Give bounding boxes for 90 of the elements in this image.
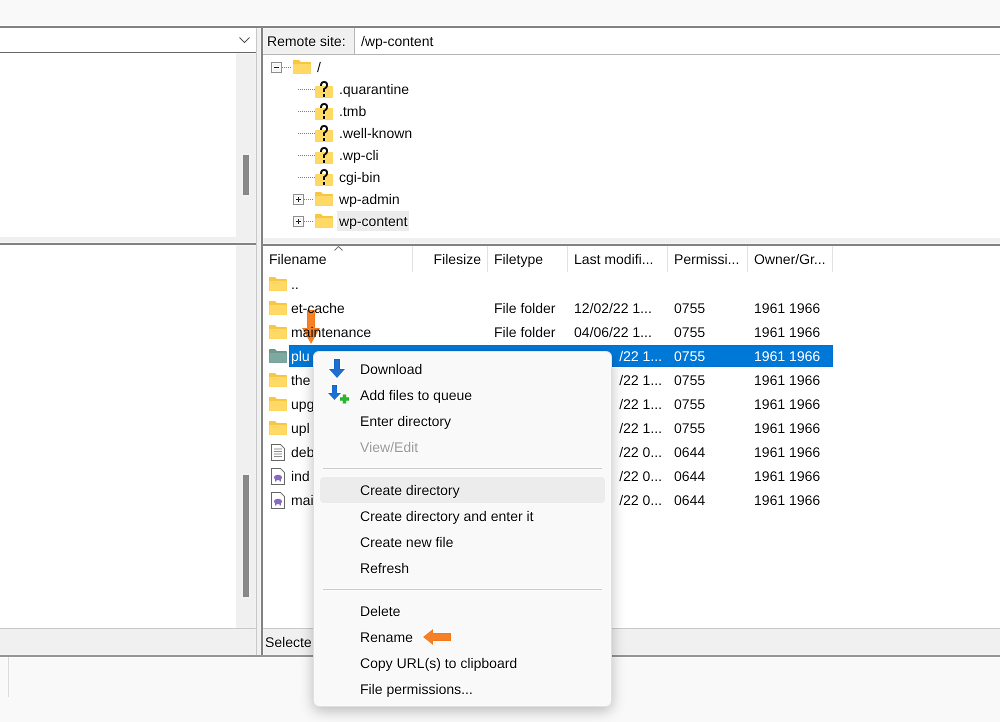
remote-path-field[interactable]: /wp-content: [355, 28, 1000, 54]
elephant-file-icon: [271, 468, 285, 484]
folder-icon: [315, 192, 333, 206]
file-name[interactable]: et-cache: [289, 297, 413, 319]
owner-group: 1961 1966: [754, 346, 820, 366]
sort-indicator-icon: [334, 246, 343, 251]
menu-item[interactable]: Create directory and enter it: [320, 503, 605, 529]
permissions: 0755: [674, 298, 706, 318]
permissions: 0644: [674, 490, 706, 510]
folder-icon: [269, 397, 287, 411]
owner-group: 1961 1966: [754, 322, 820, 342]
owner-group: 1961 1966: [754, 418, 820, 438]
menu-item[interactable]: Delete: [320, 598, 605, 624]
menu-item[interactable]: Refresh: [320, 555, 605, 581]
status-text: Selecte: [265, 632, 312, 652]
file-name[interactable]: ..: [289, 273, 413, 295]
unknown-folder-icon: [315, 168, 333, 186]
tree-item[interactable]: cgi-bin: [337, 167, 382, 187]
menu-item[interactable]: Rename: [320, 624, 605, 650]
folder-icon: [315, 214, 333, 228]
permissions: 0644: [674, 442, 706, 462]
modified-date: /22 1...: [619, 346, 662, 366]
tree-item[interactable]: .tmb: [337, 101, 368, 121]
tree-item[interactable]: wp-content: [337, 211, 410, 231]
permissions: 0755: [674, 370, 706, 390]
column-header[interactable]: Owner/Gr...: [748, 246, 833, 272]
modified-date: /22 1...: [619, 394, 662, 414]
menu-item[interactable]: Add files to queue: [320, 382, 605, 408]
owner-group: 1961 1966: [754, 394, 820, 414]
splitter-bar[interactable]: [0, 237, 256, 245]
modified-date: /22 1...: [619, 418, 662, 438]
document-icon: [271, 444, 285, 460]
folder-icon: [269, 301, 287, 315]
column-header[interactable]: Last modifi...: [568, 246, 668, 272]
tree-item[interactable]: wp-admin: [337, 189, 402, 209]
tree-item[interactable]: .quarantine: [337, 79, 412, 99]
modified-date: /22 0...: [619, 490, 662, 510]
column-header[interactable]: Filename: [263, 246, 413, 272]
unknown-folder-icon: [315, 102, 333, 120]
unknown-folder-icon: [315, 80, 333, 98]
menu-item[interactable]: Create directory: [320, 477, 605, 503]
file-type: File folder: [494, 322, 556, 342]
column-header[interactable]: Filesize: [413, 246, 488, 272]
column-header[interactable]: Filetype: [488, 246, 568, 272]
unknown-folder-icon: [315, 124, 333, 142]
modified-date: 04/06/22 1...: [574, 322, 652, 342]
elephant-file-icon: [271, 492, 285, 508]
modified-date: /22 1...: [619, 370, 662, 390]
folder-icon: [269, 277, 287, 291]
permissions: 0755: [674, 394, 706, 414]
permissions: 0755: [674, 322, 706, 342]
scrollbar[interactable]: [236, 245, 256, 628]
menu-item[interactable]: Create new file: [320, 529, 605, 555]
chevron-down-icon: [239, 36, 250, 44]
scrollbar-thumb[interactable]: [243, 155, 249, 195]
tree-item[interactable]: .wp-cli: [337, 145, 381, 165]
modified-date: /22 0...: [619, 442, 662, 462]
permissions: 0755: [674, 346, 706, 366]
collapse-icon[interactable]: [271, 62, 282, 72]
column-header[interactable]: Permissi...: [668, 246, 748, 272]
owner-group: 1961 1966: [754, 466, 820, 486]
download-icon: [328, 359, 346, 379]
remote-site-label: Remote site:: [263, 28, 355, 54]
splitter-bar[interactable]: [263, 238, 1000, 246]
tree-item[interactable]: .well-known: [337, 123, 414, 143]
permissions: 0755: [674, 418, 706, 438]
folder-icon: [269, 421, 287, 435]
folder-icon: [269, 349, 287, 363]
owner-group: 1961 1966: [754, 442, 820, 462]
menu-item[interactable]: Copy URL(s) to clipboard: [320, 650, 605, 676]
folder-icon: [269, 325, 287, 339]
owner-group: 1961 1966: [754, 490, 820, 510]
menu-item[interactable]: Download: [320, 356, 605, 382]
scrollbar-thumb[interactable]: [243, 475, 249, 597]
modified-date: 12/02/22 1...: [574, 298, 652, 318]
menu-item[interactable]: File permissions...: [320, 676, 605, 702]
owner-group: 1961 1966: [754, 298, 820, 318]
owner-group: 1961 1966: [754, 370, 820, 390]
folder-icon: [269, 373, 287, 387]
expand-icon[interactable]: [293, 194, 304, 204]
permissions: 0644: [674, 466, 706, 486]
modified-date: /22 0...: [619, 466, 662, 486]
folder-icon: [293, 60, 311, 74]
file-type: File folder: [494, 298, 556, 318]
unknown-folder-icon: [315, 146, 333, 164]
scrollbar[interactable]: [236, 53, 256, 237]
expand-icon[interactable]: [293, 216, 304, 226]
tree-item[interactable]: /: [315, 57, 323, 77]
menu-item[interactable]: Enter directory: [320, 408, 605, 434]
local-path-dropdown[interactable]: [0, 28, 256, 53]
